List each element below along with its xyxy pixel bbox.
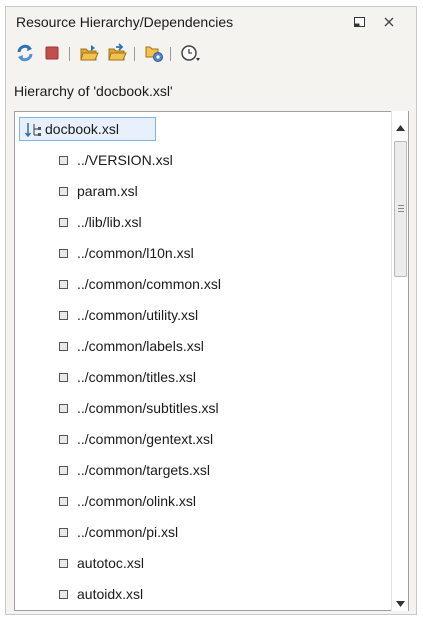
grip-line xyxy=(398,208,404,209)
panel-titlebar: Resource Hierarchy/Dependencies xyxy=(6,7,416,37)
file-bullet-icon xyxy=(59,156,68,165)
file-bullet-icon xyxy=(59,373,68,382)
restore-window-icon[interactable] xyxy=(351,13,369,31)
tree-item-label: ../common/titles.xsl xyxy=(77,369,197,385)
tree-item-label: ../common/olink.xsl xyxy=(77,493,197,509)
folder-arrow-icon[interactable] xyxy=(107,43,127,63)
clock-dropdown-icon[interactable] xyxy=(180,43,200,63)
folder-open-icon[interactable] xyxy=(79,43,99,63)
grip-line xyxy=(398,211,404,212)
tree-item-label: ../common/l10n.xsl xyxy=(77,245,194,261)
file-bullet-icon xyxy=(59,404,68,413)
hierarchy-tree-icon xyxy=(24,121,42,139)
vertical-scrollbar[interactable] xyxy=(391,111,408,611)
file-bullet-icon xyxy=(59,280,68,289)
tree-item-label: ../common/pi.xsl xyxy=(77,524,179,540)
toolbar-separator xyxy=(170,47,171,61)
file-bullet-icon xyxy=(59,249,68,258)
scroll-up-icon[interactable] xyxy=(395,119,406,131)
tree-item-label: ../common/gentext.xsl xyxy=(77,431,214,447)
file-bullet-icon xyxy=(59,187,68,196)
stop-square-icon[interactable] xyxy=(42,43,62,63)
close-icon[interactable] xyxy=(380,13,398,31)
tree-root-node[interactable]: docbook.xsl xyxy=(19,117,156,141)
resource-hierarchy-panel: Resource Hierarchy/Dependencies Hierarch… xyxy=(5,6,417,615)
tree-item-label: ../common/common.xsl xyxy=(77,276,221,292)
tree-item-label: ../common/subtitles.xsl xyxy=(77,400,219,416)
scroll-down-icon[interactable] xyxy=(395,595,406,607)
scrollbar-thumb[interactable] xyxy=(394,141,407,277)
toolbar-separator xyxy=(134,47,135,61)
file-bullet-icon xyxy=(59,497,68,506)
tree-item-label: ../lib/lib.xsl xyxy=(77,214,142,230)
file-bullet-icon xyxy=(59,435,68,444)
folder-gear-icon[interactable] xyxy=(144,43,164,63)
tree-item-label: ../common/labels.xsl xyxy=(77,338,204,354)
file-bullet-icon xyxy=(59,466,68,475)
hierarchy-label: Hierarchy of 'docbook.xsl' xyxy=(14,83,173,99)
toolbar-separator xyxy=(69,47,70,61)
file-bullet-icon xyxy=(59,590,68,599)
file-bullet-icon xyxy=(59,528,68,537)
file-bullet-icon xyxy=(59,218,68,227)
tree-root-label: docbook.xsl xyxy=(45,121,119,137)
tree-item-label: autotoc.xsl xyxy=(77,555,144,571)
tree-item-label: ../common/utility.xsl xyxy=(77,307,199,323)
tree-item-label: autoidx.xsl xyxy=(77,586,144,602)
tree-item-label: param.xsl xyxy=(77,183,138,199)
hierarchy-tree[interactable]: docbook.xsl ../VERSION.xsl param.xsl ../… xyxy=(14,111,409,611)
file-bullet-icon xyxy=(59,342,68,351)
refresh-arrows-icon[interactable] xyxy=(15,43,35,63)
grip-line xyxy=(398,205,404,206)
panel-title: Resource Hierarchy/Dependencies xyxy=(16,14,234,30)
file-bullet-icon xyxy=(59,311,68,320)
tree-item-label: ../common/targets.xsl xyxy=(77,462,211,478)
file-bullet-icon xyxy=(59,559,68,568)
tree-item-label: ../VERSION.xsl xyxy=(77,152,173,168)
panel-toolbar xyxy=(6,41,416,67)
